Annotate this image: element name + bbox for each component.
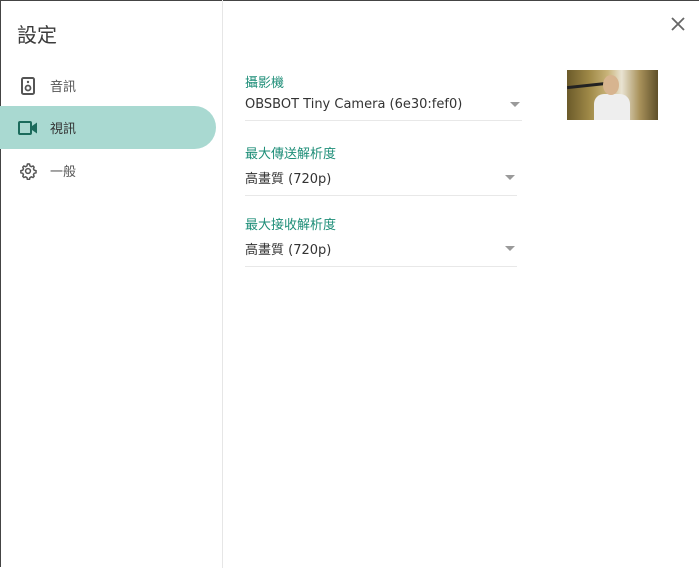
settings-sidebar: 設定 音訊 視訊 一般 xyxy=(0,0,223,568)
speaker-icon xyxy=(18,76,38,96)
camera-label: 攝影機 xyxy=(245,76,285,91)
receive-resolution-label: 最大接收解析度 xyxy=(245,218,337,233)
camera-select[interactable]: OBSBOT Tiny Camera (6e30:fef0) xyxy=(245,97,522,121)
send-resolution-value: 高畫質 (720p) xyxy=(245,172,332,187)
receive-resolution-select[interactable]: 高畫質 (720p) xyxy=(245,239,517,267)
close-icon xyxy=(671,17,685,31)
camera-field: 攝影機 OBSBOT Tiny Camera (6e30:fef0) xyxy=(245,72,522,121)
dropdown-arrow-icon xyxy=(505,175,515,180)
close-button[interactable] xyxy=(668,14,688,34)
sidebar-item-general[interactable]: 一般 xyxy=(0,149,216,192)
sidebar-item-label: 一般 xyxy=(50,165,77,180)
send-resolution-label: 最大傳送解析度 xyxy=(245,147,337,162)
videocam-icon xyxy=(18,118,38,138)
receive-resolution-value: 高畫質 (720p) xyxy=(245,243,332,258)
sidebar-item-video[interactable]: 視訊 xyxy=(0,106,216,149)
sidebar-item-label: 音訊 xyxy=(50,80,77,95)
sidebar-item-label: 視訊 xyxy=(50,122,77,137)
send-resolution-field: 最大傳送解析度 高畫質 (720p) xyxy=(245,143,517,196)
dropdown-arrow-icon xyxy=(505,246,515,251)
dropdown-arrow-icon xyxy=(510,102,520,107)
dialog-title: 設定 xyxy=(17,23,57,47)
receive-resolution-field: 最大接收解析度 高畫質 (720p) xyxy=(245,214,517,267)
send-resolution-select[interactable]: 高畫質 (720p) xyxy=(245,168,517,196)
camera-preview xyxy=(567,70,658,120)
sidebar-item-audio[interactable]: 音訊 xyxy=(0,64,216,107)
gear-icon xyxy=(18,161,38,181)
camera-value: OBSBOT Tiny Camera (6e30:fef0) xyxy=(245,97,463,112)
